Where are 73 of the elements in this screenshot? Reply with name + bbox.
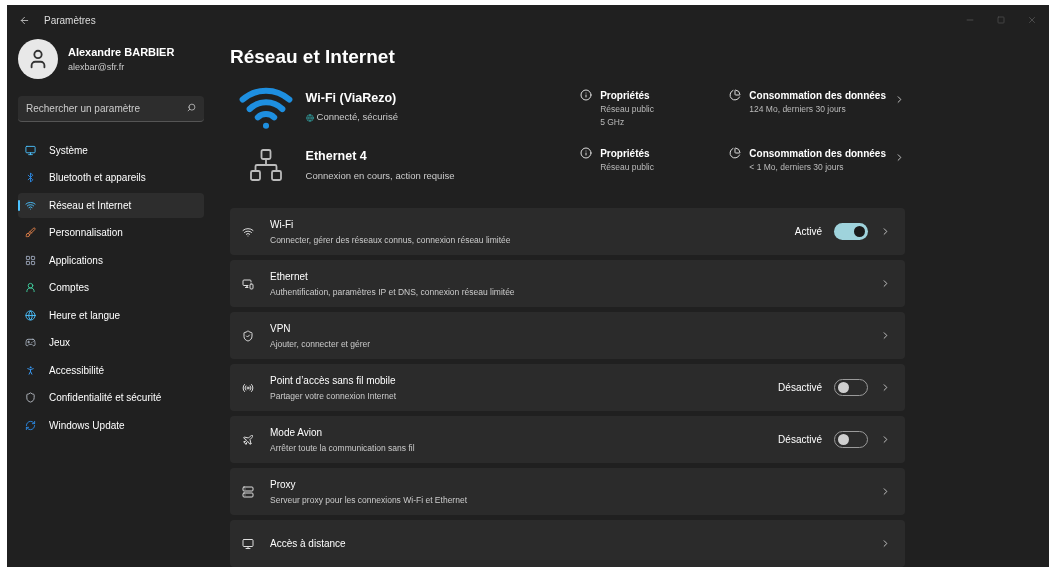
globe-icon	[305, 113, 314, 122]
row-title: VPN	[270, 321, 292, 336]
row-title: Ethernet	[270, 269, 309, 284]
search-icon[interactable]	[187, 103, 196, 112]
toggle-state-label: Activé	[794, 225, 822, 239]
properties-link[interactable]: Propriétés Réseau public 5 GHz	[580, 87, 730, 129]
proxy-icon	[242, 485, 254, 498]
update-icon	[25, 419, 36, 431]
row-title: Wi-Fi	[270, 217, 295, 232]
row-description: Serveur proxy pour les connexions Wi-Fi et Ethernet	[270, 493, 467, 507]
nav-item[interactable]: Confidentialité et sécurité	[18, 385, 204, 410]
nav-item[interactable]: Jeux	[18, 330, 204, 355]
toggle-state-label: Désactivé	[778, 433, 822, 447]
nav-item[interactable]: Bluetooth et appareils	[18, 165, 204, 190]
window-title: Paramètres	[44, 13, 96, 28]
settings-row[interactable]: Proxy Serveur proxy pour les connexions Wi-Fi et Ethernet	[230, 468, 905, 515]
data-usage-link[interactable]: Consommation des données < 1 Mo, derniers 30 jours	[729, 145, 905, 174]
row-description: Connecter, gérer des réseaux connus, connexion réseau limitée	[270, 233, 511, 247]
nav-item[interactable]: Heure et langue	[18, 303, 204, 328]
row-title: Accès à distance	[270, 537, 346, 551]
nav-item[interactable]: Comptes	[18, 275, 204, 300]
pie-chart-icon	[729, 88, 742, 101]
hotspot-icon	[242, 381, 254, 394]
accessibility-icon	[25, 364, 36, 376]
nav-item[interactable]: Système	[18, 138, 204, 163]
user-name: Alexandre BARBIER	[68, 45, 175, 60]
settings-row[interactable]: Point d’accès sans fil mobile Partager votre connexion Internet Désactivé	[230, 364, 905, 411]
row-description: Authentification, paramètres IP et DNS, connexion réseau limitée	[270, 285, 515, 299]
pie-chart-icon	[729, 146, 742, 159]
settings-row[interactable]: VPN Ajouter, connecter et gérer	[230, 312, 905, 359]
selection-indicator	[18, 200, 20, 211]
gamepad-icon	[25, 337, 36, 349]
row-description: Ajouter, connecter et gérer	[270, 337, 371, 351]
shield-icon	[25, 392, 36, 404]
info-icon	[580, 146, 593, 159]
bluetooth-icon	[25, 172, 36, 184]
row-description: Partager votre connexion Internet	[270, 389, 397, 403]
network-name: Wi-Fi (ViaRezo)	[305, 89, 398, 107]
nav-item[interactable]: Réseau et Internet	[18, 193, 204, 218]
settings-row[interactable]: Mode Avion Arrêter toute la communication sans fil Désactivé	[230, 416, 905, 463]
row-title: Proxy	[270, 477, 297, 492]
wifi-icon	[242, 225, 254, 238]
info-icon	[580, 88, 593, 101]
toggle-state-label: Désactivé	[778, 381, 822, 395]
settings-row[interactable]: Accès à distance	[230, 520, 905, 567]
wifi-icon	[25, 199, 36, 211]
row-description: Arrêter toute la communication sans fil	[270, 441, 415, 455]
search-field[interactable]: Rechercher un paramètre	[18, 96, 204, 122]
data-usage-link[interactable]: Consommation des données 124 Mo, derniers 30 jours	[729, 87, 905, 116]
settings-row[interactable]: Ethernet Authentification, paramètres IP et DNS, connexion réseau limitée	[230, 260, 905, 307]
row-title: Point d’accès sans fil mobile	[270, 373, 397, 388]
network-status: Connecté, sécurisé	[316, 110, 398, 125]
brush-icon	[25, 227, 36, 239]
user-email: alexbar@sfr.fr	[68, 60, 126, 74]
nav-item[interactable]: Accessibilité	[18, 358, 204, 383]
apps-icon	[25, 254, 36, 266]
nav-item[interactable]: Windows Update	[18, 413, 204, 438]
shield-icon	[242, 329, 254, 342]
monitor-icon	[25, 144, 36, 156]
person-icon	[25, 282, 36, 294]
row-title: Mode Avion	[270, 425, 324, 440]
page-title: Réseau et Internet	[230, 45, 396, 69]
network-name: Ethernet 4	[305, 147, 368, 165]
toggle-switch[interactable]	[834, 223, 868, 240]
back-icon[interactable]	[19, 14, 30, 26]
airplane-icon	[242, 433, 254, 446]
nav-item[interactable]: Personnalisation	[18, 220, 204, 245]
network-status: Connexion en cours, action requise	[305, 168, 455, 183]
monitor-icon	[242, 537, 254, 550]
globe-icon	[25, 309, 36, 321]
nav-item[interactable]: Applications	[18, 248, 204, 273]
settings-row[interactable]: Wi-Fi Connecter, gérer des réseaux connus, connexion réseau limitée Activé	[230, 208, 905, 255]
properties-link[interactable]: Propriétés Réseau public	[580, 145, 730, 174]
